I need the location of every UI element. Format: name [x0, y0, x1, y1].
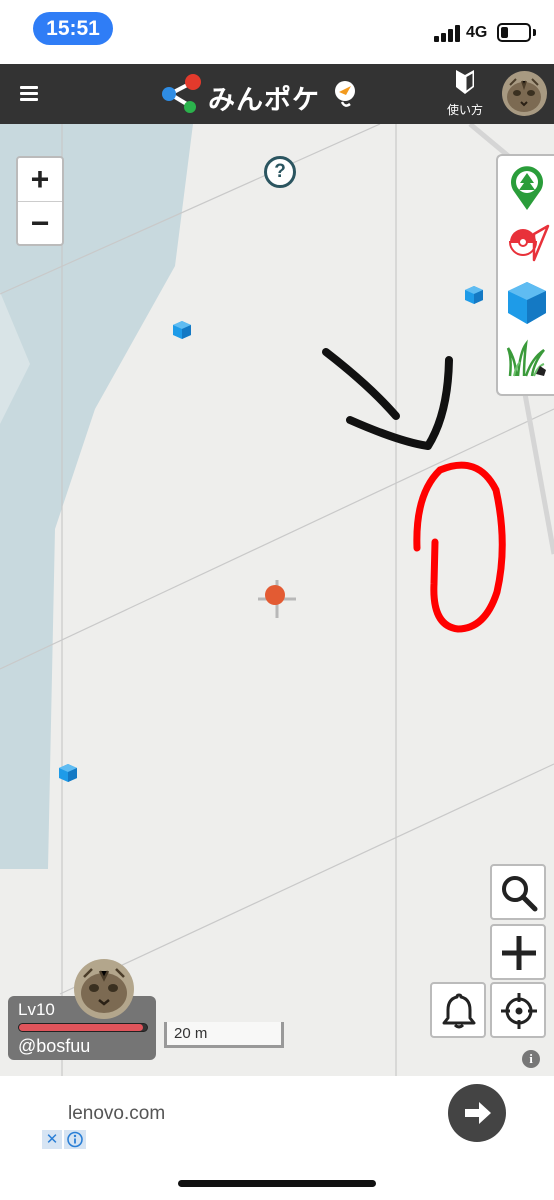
logo-pin-icon — [335, 81, 355, 107]
scale-bar: 20 m — [164, 1022, 284, 1048]
arrow-right-icon — [465, 1102, 491, 1124]
road-line — [522, 393, 554, 555]
cube-filter-icon — [508, 282, 546, 324]
help-marker[interactable]: ? — [264, 156, 296, 188]
add-button[interactable] — [490, 924, 546, 980]
home-indicator — [178, 1180, 376, 1187]
player-handle: @bosfuu — [18, 1036, 91, 1056]
notification-button[interactable] — [430, 982, 486, 1038]
search-button[interactable] — [490, 864, 546, 920]
ad-close-button[interactable]: ✕ — [42, 1130, 62, 1149]
plus-icon — [502, 936, 536, 970]
pokestop-filter-button[interactable] — [504, 164, 550, 214]
ad-info-button[interactable] — [64, 1130, 86, 1149]
locate-button[interactable] — [490, 982, 546, 1038]
road-line — [59, 763, 554, 995]
grass-filter-icon — [506, 339, 546, 377]
status-bar: 15:51 4G — [0, 0, 554, 64]
howto-button[interactable]: 使い方 — [442, 70, 488, 118]
menu-button[interactable] — [14, 80, 46, 108]
crosshair-icon — [501, 993, 537, 1029]
bell-icon — [442, 993, 476, 1029]
network-label: 4G — [466, 24, 488, 41]
status-time: 15:51 — [33, 12, 113, 45]
cat-avatar-image — [74, 959, 134, 1019]
beginner-mark-icon — [456, 70, 474, 94]
player-level: Lv10 — [18, 1000, 55, 1019]
player-hp-bar — [18, 1023, 148, 1032]
pokemon-filter-button[interactable] — [504, 220, 550, 270]
ad-banner[interactable]: lenovo.com ✕ — [0, 1076, 554, 1176]
annotation-arrow-stroke — [322, 348, 400, 420]
share-icon — [162, 74, 201, 113]
map-view[interactable]: + − ? Lv10 @bosfuu 20 m i — [0, 124, 554, 1076]
search-icon — [502, 876, 538, 912]
pokestop-filter-icon — [511, 166, 543, 210]
cat-avatar-image — [502, 71, 547, 116]
zoom-control: + − — [16, 156, 64, 246]
info-icon[interactable]: i — [522, 1050, 540, 1068]
battery-cap — [533, 29, 536, 36]
cube-marker[interactable] — [172, 320, 192, 340]
annotation-red-circle — [413, 461, 506, 633]
ad-info-icon — [67, 1131, 83, 1148]
player-location-icon — [258, 580, 296, 618]
ad-domain[interactable]: lenovo.com — [68, 1103, 165, 1125]
annotation-arrow-head — [346, 356, 453, 450]
cube-filter-button[interactable] — [504, 278, 550, 328]
cube-marker[interactable] — [58, 763, 78, 783]
player-hp-fill — [19, 1024, 144, 1031]
howto-label: 使い方 — [446, 103, 483, 117]
signal-icon — [434, 24, 464, 42]
user-avatar[interactable] — [502, 71, 547, 116]
logo-text: みんポケ — [208, 85, 320, 115]
grass-filter-button[interactable] — [504, 336, 550, 386]
battery-icon — [497, 23, 531, 42]
app-header: みんポケ 使い方 — [0, 64, 554, 124]
ad-open-button[interactable] — [448, 1084, 506, 1142]
layer-panel — [496, 154, 554, 396]
app-logo[interactable]: みんポケ — [160, 74, 370, 115]
zoom-out-button[interactable]: − — [18, 202, 62, 245]
pokemon-filter-icon — [508, 224, 550, 262]
player-avatar[interactable] — [74, 959, 134, 1019]
scale-label: 20 m — [174, 1025, 208, 1042]
zoom-in-button[interactable]: + — [18, 158, 62, 201]
cube-marker[interactable] — [464, 285, 484, 305]
